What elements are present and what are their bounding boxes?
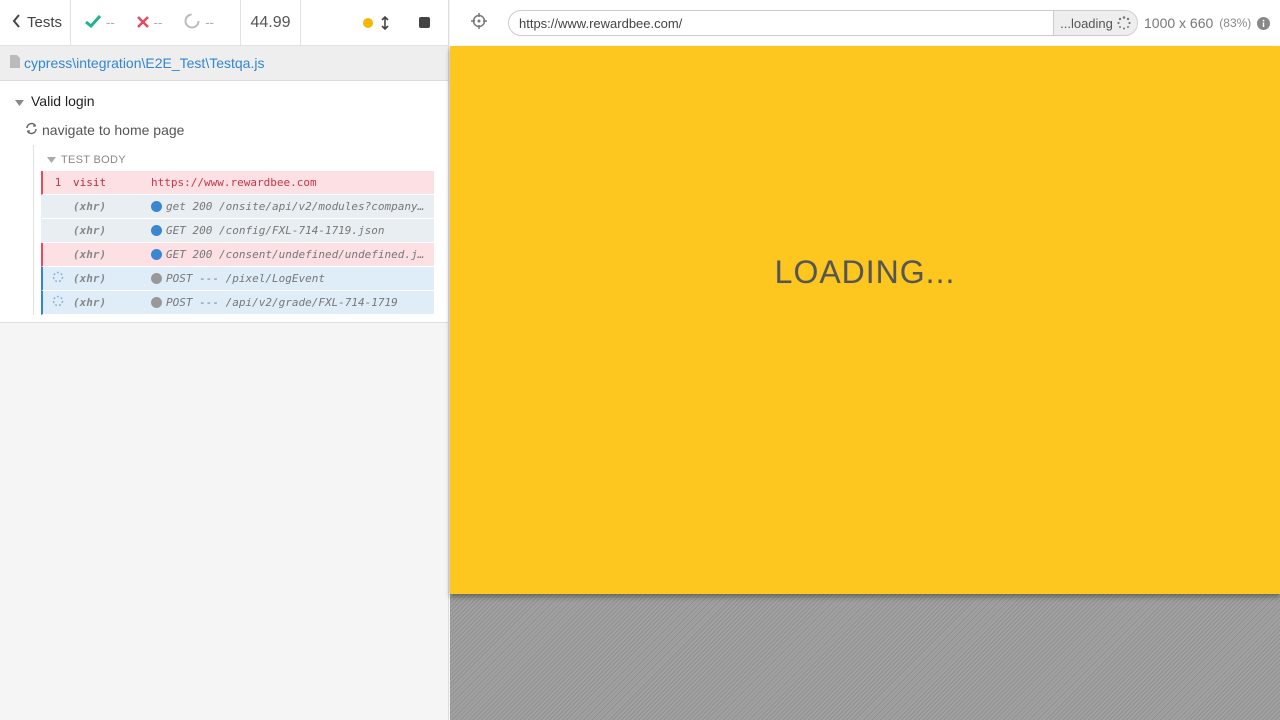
viewport-size: 1000 x 660 (1144, 15, 1214, 31)
viewport-info: 1000 x 660 (83%) (1144, 15, 1271, 31)
duration: 44.99 (241, 0, 301, 45)
command-name: (xhr) (73, 248, 107, 261)
selector-playground-button[interactable] (450, 12, 508, 34)
check-icon (85, 14, 102, 31)
info-icon[interactable] (1257, 16, 1271, 30)
suite-title: Valid login (31, 93, 95, 109)
command-message: get 200 /onsite/api/v2/modules?company=F… (151, 200, 434, 213)
command-name: (xhr) (73, 296, 107, 309)
command-name: (xhr) (73, 200, 107, 213)
stats-bar: Tests -- -- -- 44.99 (0, 0, 448, 46)
command-message: GET 200 /consent/undefined/undefined.jso… (151, 248, 434, 261)
reporter-panel: Tests -- -- -- 44.99 cypress\integration… (0, 0, 449, 720)
chevron-left-icon (12, 13, 21, 32)
page-loading-text: LOADING... (774, 254, 956, 290)
x-icon (136, 15, 149, 31)
status-dot-icon (151, 225, 162, 236)
refresh-icon (25, 122, 38, 138)
spec-path[interactable]: cypress\integration\E2E_Test\Testqa.js (0, 46, 448, 81)
command-name: visit (73, 176, 107, 189)
status-dot-icon (151, 249, 162, 260)
test-body-header[interactable]: TEST BODY (41, 149, 448, 171)
command-message: POST --- /api/v2/grade/FXL-714-1719 (151, 296, 434, 309)
stop-icon[interactable] (419, 17, 430, 28)
command-row[interactable]: (xhr) GET 200 /config/FXL-714-1719.json (41, 219, 434, 243)
command-list: 1 visit https://www.rewardbee.com (xhr) get … (41, 171, 448, 315)
aut-header: https://www.rewardbee.com/ ...loading 10… (450, 0, 1280, 46)
tests-back-button[interactable]: Tests (0, 0, 71, 45)
command-row[interactable]: 1 visit https://www.rewardbee.com (41, 171, 434, 195)
running-indicator-icon (363, 17, 373, 28)
url-text: https://www.rewardbee.com/ (519, 15, 683, 31)
aut-iframe[interactable]: LOADING... (450, 46, 1280, 594)
tests-label: Tests (27, 14, 63, 31)
test-navigate-home[interactable]: navigate to home page (0, 115, 448, 145)
test-title: navigate to home page (42, 122, 185, 138)
command-message: https://www.rewardbee.com (151, 176, 317, 189)
pending-count: -- (184, 13, 214, 32)
test-body: TEST BODY 1 visit https://www.rewardbee.co… (33, 145, 448, 315)
caret-down-icon (15, 93, 24, 109)
aut-background (450, 594, 1280, 720)
run-controls (301, 0, 448, 45)
pending-spinner-icon (43, 271, 73, 286)
suite-valid-login[interactable]: Valid login (0, 87, 448, 115)
auto-scroll-icon[interactable] (381, 15, 389, 30)
spinner-icon (184, 13, 200, 32)
command-row[interactable]: (xhr) GET 200 /consent/undefined/undefine… (41, 243, 434, 267)
file-icon (10, 55, 20, 71)
failed-count: -- (136, 15, 162, 31)
command-row[interactable]: (xhr) get 200 /onsite/api/v2/modules?comp… (41, 195, 434, 219)
command-message: POST --- /pixel/LogEvent (151, 272, 434, 285)
command-message: GET 200 /config/FXL-714-1719.json (151, 224, 434, 237)
command-row[interactable]: (xhr) POST --- /api/v2/grade/FXL-714-1719 (41, 291, 434, 315)
loading-status: ...loading (1053, 11, 1137, 35)
command-row[interactable]: (xhr) POST --- /pixel/LogEvent (41, 267, 434, 291)
command-name: (xhr) (73, 224, 107, 237)
pending-dot-icon (151, 273, 162, 284)
spec-path-label: cypress\integration\E2E_Test\Testqa.js (24, 55, 265, 71)
status-dot-icon (151, 201, 162, 212)
pending-dot-icon (151, 297, 162, 308)
pending-spinner-icon (43, 295, 73, 310)
command-name: (xhr) (73, 272, 107, 285)
caret-down-icon (47, 154, 56, 166)
crosshair-icon (471, 12, 487, 34)
url-bar[interactable]: https://www.rewardbee.com/ ...loading (508, 10, 1138, 36)
passed-count: -- (85, 14, 115, 31)
spinner-icon (1113, 16, 1131, 30)
runnables: Valid login navigate to home page TEST B… (0, 81, 448, 323)
test-counts: -- -- -- (71, 0, 241, 45)
viewport-scale: (83%) (1219, 16, 1252, 30)
command-number: 1 (54, 176, 62, 189)
